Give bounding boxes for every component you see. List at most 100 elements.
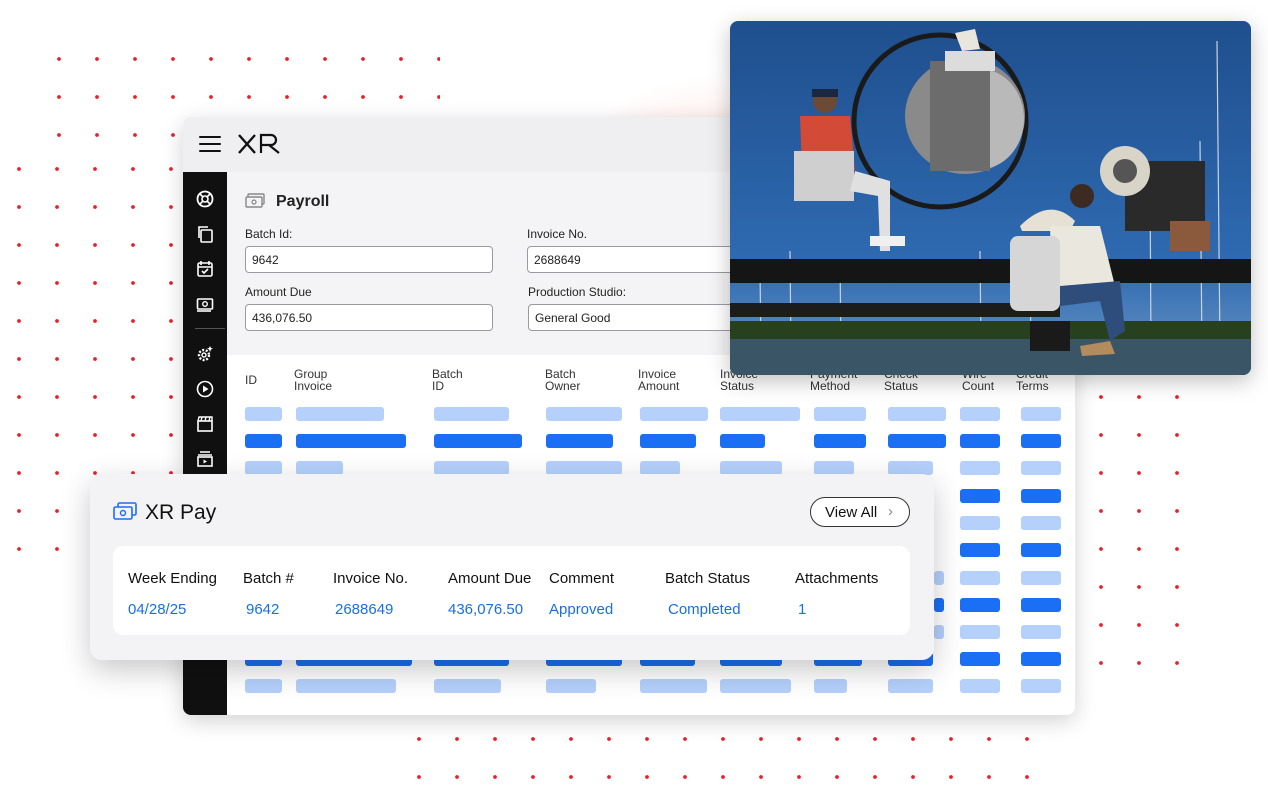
skeleton-cell: [1021, 679, 1061, 693]
skeleton-cell: [1021, 598, 1061, 612]
skeleton-cell: [434, 679, 501, 693]
hamburger-menu-icon[interactable]: [199, 136, 221, 152]
payroll-money-icon: [245, 193, 265, 208]
clapperboard-icon[interactable]: [196, 415, 214, 433]
skeleton-cell: [720, 434, 765, 448]
settings-gear-icon[interactable]: [196, 345, 214, 363]
sidebar-divider: [195, 328, 225, 329]
skeleton-cell: [1021, 543, 1061, 557]
skeleton-cell: [434, 407, 509, 421]
production-studio-select[interactable]: General Good: [528, 304, 748, 331]
support-icon[interactable]: [196, 190, 214, 208]
decorative-dots-right: [1082, 378, 1192, 668]
invoice-no-input[interactable]: 2688649: [527, 246, 747, 273]
skeleton-cell: [546, 461, 622, 475]
batch-status-value[interactable]: Completed: [668, 601, 741, 618]
skeleton-cell: [960, 571, 1000, 585]
skeleton-cell: [960, 652, 1000, 666]
skeleton-cell: [960, 434, 1000, 448]
skeleton-cell: [720, 679, 791, 693]
skeleton-cell: [296, 679, 396, 693]
skeleton-cell: [245, 434, 282, 448]
skeleton-cell: [934, 571, 944, 585]
skeleton-cell: [546, 679, 596, 693]
skeleton-cell: [1021, 652, 1061, 666]
skeleton-cell: [434, 461, 509, 475]
col-header-comment: Comment: [549, 570, 615, 587]
skeleton-cell: [1021, 516, 1061, 530]
skeleton-cell: [960, 598, 1000, 612]
col-header-batch-status: Batch Status: [665, 570, 751, 587]
comment-value[interactable]: Approved: [549, 601, 613, 618]
film-crew-camera-crane-photo: [730, 21, 1251, 375]
play-circle-icon[interactable]: [196, 380, 214, 398]
skeleton-cell: [888, 434, 946, 448]
table-header-id[interactable]: ID: [245, 374, 257, 386]
week-ending-value[interactable]: 04/28/25: [128, 601, 186, 618]
xr-pay-title: XR Pay: [145, 501, 217, 524]
table-header-batch-id[interactable]: Batch ID: [432, 368, 463, 392]
skeleton-cell: [1021, 407, 1061, 421]
decorative-dots-bottom: [400, 720, 1060, 790]
skeleton-cell: [245, 407, 282, 421]
skeleton-cell: [960, 679, 1000, 693]
copy-icon[interactable]: [196, 225, 214, 243]
col-header-invoice-no: Invoice No.: [333, 570, 409, 587]
media-library-icon[interactable]: [196, 450, 214, 468]
skeleton-cell: [814, 407, 866, 421]
skeleton-cell: [720, 461, 782, 475]
amount-due-label: Amount Due: [245, 285, 312, 299]
skeleton-cell: [960, 625, 1000, 639]
skeleton-cell: [814, 461, 854, 475]
skeleton-cell: [960, 407, 1000, 421]
xr-pay-summary-row: Week Ending Batch # Invoice No. Amount D…: [113, 546, 910, 635]
invoice-no-link[interactable]: 2688649: [335, 601, 393, 618]
payroll-icon[interactable]: [196, 295, 214, 313]
skeleton-cell: [640, 434, 696, 448]
xr-logo-icon: [238, 133, 280, 154]
skeleton-cell: [960, 516, 1000, 530]
skeleton-cell: [245, 461, 282, 475]
skeleton-cell: [640, 461, 680, 475]
skeleton-cell: [960, 461, 1000, 475]
skeleton-cell: [546, 407, 622, 421]
view-all-button[interactable]: View All ›: [810, 497, 910, 527]
table-header-group-invoice[interactable]: Group Invoice: [294, 368, 332, 392]
skeleton-cell: [888, 407, 946, 421]
skeleton-cell: [1021, 625, 1061, 639]
skeleton-cell: [296, 434, 406, 448]
amount-due-input[interactable]: 436,076.50: [245, 304, 493, 331]
brand-logo: [237, 132, 285, 161]
skeleton-cell: [934, 598, 944, 612]
skeleton-cell: [720, 407, 800, 421]
col-header-batch-number: Batch #: [243, 570, 294, 587]
amount-due-value[interactable]: 436,076.50: [448, 601, 523, 618]
chevron-right-icon: ›: [888, 503, 893, 520]
calendar-check-icon[interactable]: [196, 260, 214, 278]
skeleton-cell: [245, 679, 282, 693]
skeleton-cell: [640, 679, 707, 693]
skeleton-cell: [960, 489, 1000, 503]
batch-number-link[interactable]: 9642: [246, 601, 279, 618]
skeleton-cell: [888, 679, 933, 693]
skeleton-cell: [434, 434, 522, 448]
production-studio-label: Production Studio:: [528, 285, 627, 299]
skeleton-cell: [1021, 489, 1061, 503]
batch-id-input[interactable]: 9642: [245, 246, 493, 273]
skeleton-cell: [814, 434, 866, 448]
view-all-label: View All: [825, 504, 878, 521]
table-header-invoice-amount[interactable]: Invoice Amount: [638, 368, 679, 392]
skeleton-cell: [296, 461, 343, 475]
batch-id-label: Batch Id:: [245, 227, 293, 241]
payroll-title: Payroll: [276, 193, 330, 210]
skeleton-cell: [814, 679, 847, 693]
skeleton-cell: [934, 625, 944, 639]
table-header-batch-owner[interactable]: Batch Owner: [545, 368, 580, 392]
skeleton-cell: [1021, 571, 1061, 585]
skeleton-cell: [1021, 461, 1061, 475]
skeleton-cell: [546, 434, 613, 448]
skeleton-cell: [640, 407, 708, 421]
invoice-no-label: Invoice No.: [527, 227, 588, 241]
skeleton-cell: [296, 407, 384, 421]
attachments-count-link[interactable]: 1: [798, 601, 806, 618]
